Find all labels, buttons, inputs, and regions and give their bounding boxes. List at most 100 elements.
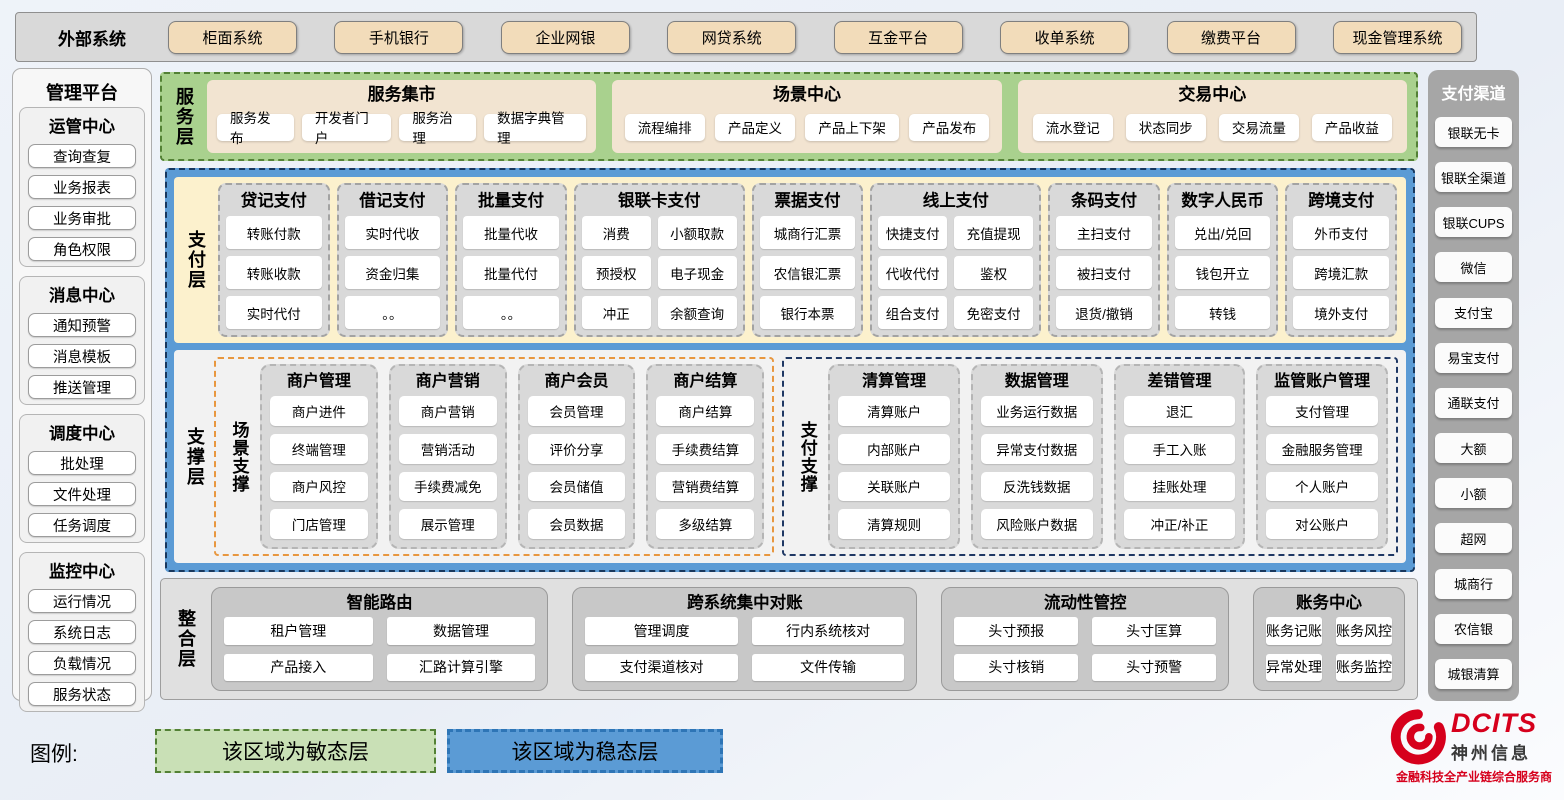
payment-channel-button[interactable]: 城商行 [1435, 569, 1512, 599]
support-item-button[interactable]: 异常支付数据 [981, 434, 1093, 464]
payment-item-button[interactable]: 代收代付 [878, 256, 947, 289]
support-item-button[interactable]: 会员数据 [528, 509, 626, 539]
management-item-button[interactable]: 消息模板 [28, 344, 136, 368]
payment-item-button[interactable]: 兑出/兑回 [1175, 216, 1271, 249]
integration-item-button[interactable]: 产品接入 [224, 654, 373, 682]
payment-item-button[interactable]: 免密支付 [954, 296, 1033, 329]
management-item-button[interactable]: 运行情况 [28, 589, 136, 613]
external-system-button[interactable]: 手机银行 [334, 21, 463, 54]
external-system-button[interactable]: 缴费平台 [1167, 21, 1296, 54]
integration-item-button[interactable]: 支付渠道核对 [585, 654, 738, 682]
support-item-button[interactable]: 会员储值 [528, 472, 626, 502]
integration-item-button[interactable]: 头寸预警 [1092, 654, 1216, 682]
integration-item-button[interactable]: 头寸核销 [954, 654, 1078, 682]
management-item-button[interactable]: 系统日志 [28, 620, 136, 644]
integration-item-button[interactable]: 文件传输 [752, 654, 905, 682]
payment-item-button[interactable]: 农信银汇票 [760, 256, 856, 289]
support-item-button[interactable]: 手续费结算 [656, 434, 754, 464]
management-item-button[interactable]: 服务状态 [28, 682, 136, 706]
payment-item-button[interactable]: 银行本票 [760, 296, 856, 329]
payment-channel-button[interactable]: 城银清算 [1435, 659, 1512, 689]
support-item-button[interactable]: 反洗钱数据 [981, 472, 1093, 502]
payment-item-button[interactable]: 快捷支付 [878, 216, 947, 249]
payment-channel-button[interactable]: 小额 [1435, 478, 1512, 508]
payment-item-button[interactable]: 转账收款 [226, 256, 322, 289]
management-item-button[interactable]: 推送管理 [28, 375, 136, 399]
payment-item-button[interactable]: 冲正 [582, 296, 651, 329]
management-item-button[interactable]: 任务调度 [28, 513, 136, 537]
support-item-button[interactable]: 多级结算 [656, 509, 754, 539]
integration-item-button[interactable]: 汇路计算引擎 [387, 654, 536, 682]
payment-item-button[interactable]: 预授权 [582, 256, 651, 289]
payment-channel-button[interactable]: 微信 [1435, 252, 1512, 282]
external-system-button[interactable]: 互金平台 [834, 21, 963, 54]
payment-channel-button[interactable]: 银联无卡 [1435, 117, 1512, 147]
payment-item-button[interactable]: 鉴权 [954, 256, 1033, 289]
support-item-button[interactable]: 业务运行数据 [981, 396, 1093, 426]
payment-item-button[interactable]: 实时代付 [226, 296, 322, 329]
payment-channel-button[interactable]: 支付宝 [1435, 298, 1512, 328]
service-item-button[interactable]: 产品收益 [1312, 114, 1392, 141]
payment-item-button[interactable]: 。。 [345, 296, 441, 329]
service-item-button[interactable]: 开发者门户 [302, 114, 392, 141]
management-item-button[interactable]: 通知预警 [28, 313, 136, 337]
service-item-button[interactable]: 流水登记 [1033, 114, 1113, 141]
payment-item-button[interactable]: 电子现金 [658, 256, 737, 289]
payment-channel-button[interactable]: 农信银 [1435, 614, 1512, 644]
management-item-button[interactable]: 文件处理 [28, 482, 136, 506]
payment-item-button[interactable]: 。。 [463, 296, 559, 329]
payment-channel-button[interactable]: 大额 [1435, 433, 1512, 463]
support-item-button[interactable]: 个人账户 [1266, 472, 1378, 502]
external-system-button[interactable]: 现金管理系统 [1333, 21, 1462, 54]
support-item-button[interactable]: 营销活动 [399, 434, 497, 464]
payment-item-button[interactable]: 钱包开立 [1175, 256, 1271, 289]
service-item-button[interactable]: 产品定义 [715, 114, 795, 141]
support-item-button[interactable]: 挂账处理 [1124, 472, 1236, 502]
integration-item-button[interactable]: 租户管理 [224, 617, 373, 645]
management-item-button[interactable]: 角色权限 [28, 237, 136, 261]
support-item-button[interactable]: 评价分享 [528, 434, 626, 464]
service-item-button[interactable]: 产品发布 [909, 114, 989, 141]
support-item-button[interactable]: 清算规则 [838, 509, 950, 539]
support-item-button[interactable]: 内部账户 [838, 434, 950, 464]
management-item-button[interactable]: 批处理 [28, 451, 136, 475]
support-item-button[interactable]: 对公账户 [1266, 509, 1378, 539]
management-item-button[interactable]: 业务审批 [28, 206, 136, 230]
support-item-button[interactable]: 金融服务管理 [1266, 434, 1378, 464]
payment-item-button[interactable]: 被扫支付 [1056, 256, 1152, 289]
support-item-button[interactable]: 商户营销 [399, 396, 497, 426]
payment-item-button[interactable]: 转账付款 [226, 216, 322, 249]
management-item-button[interactable]: 业务报表 [28, 175, 136, 199]
payment-channel-button[interactable]: 易宝支付 [1435, 343, 1512, 373]
payment-item-button[interactable]: 跨境汇款 [1293, 256, 1389, 289]
support-item-button[interactable]: 支付管理 [1266, 396, 1378, 426]
payment-item-button[interactable]: 城商行汇票 [760, 216, 856, 249]
management-item-button[interactable]: 查询查复 [28, 144, 136, 168]
payment-item-button[interactable]: 退货/撤销 [1056, 296, 1152, 329]
support-item-button[interactable]: 关联账户 [838, 472, 950, 502]
external-system-button[interactable]: 柜面系统 [168, 21, 297, 54]
payment-item-button[interactable]: 资金归集 [345, 256, 441, 289]
support-item-button[interactable]: 商户进件 [270, 396, 368, 426]
payment-item-button[interactable]: 小额取款 [658, 216, 737, 249]
payment-channel-button[interactable]: 通联支付 [1435, 388, 1512, 418]
integration-item-button[interactable]: 头寸预报 [954, 617, 1078, 645]
support-item-button[interactable]: 风险账户数据 [981, 509, 1093, 539]
management-item-button[interactable]: 负载情况 [28, 651, 136, 675]
external-system-button[interactable]: 收单系统 [1000, 21, 1129, 54]
support-item-button[interactable]: 营销费结算 [656, 472, 754, 502]
payment-channel-button[interactable]: 银联CUPS [1435, 207, 1512, 237]
payment-item-button[interactable]: 实时代收 [345, 216, 441, 249]
payment-item-button[interactable]: 批量代收 [463, 216, 559, 249]
external-system-button[interactable]: 企业网银 [501, 21, 630, 54]
support-item-button[interactable]: 退汇 [1124, 396, 1236, 426]
support-item-button[interactable]: 门店管理 [270, 509, 368, 539]
payment-channel-button[interactable]: 银联全渠道 [1435, 162, 1512, 192]
integration-item-button[interactable]: 管理调度 [585, 617, 738, 645]
support-item-button[interactable]: 会员管理 [528, 396, 626, 426]
support-item-button[interactable]: 终端管理 [270, 434, 368, 464]
support-item-button[interactable]: 手续费减免 [399, 472, 497, 502]
integration-item-button[interactable]: 账务风控 [1336, 617, 1392, 645]
payment-item-button[interactable]: 余额查询 [658, 296, 737, 329]
support-item-button[interactable]: 展示管理 [399, 509, 497, 539]
